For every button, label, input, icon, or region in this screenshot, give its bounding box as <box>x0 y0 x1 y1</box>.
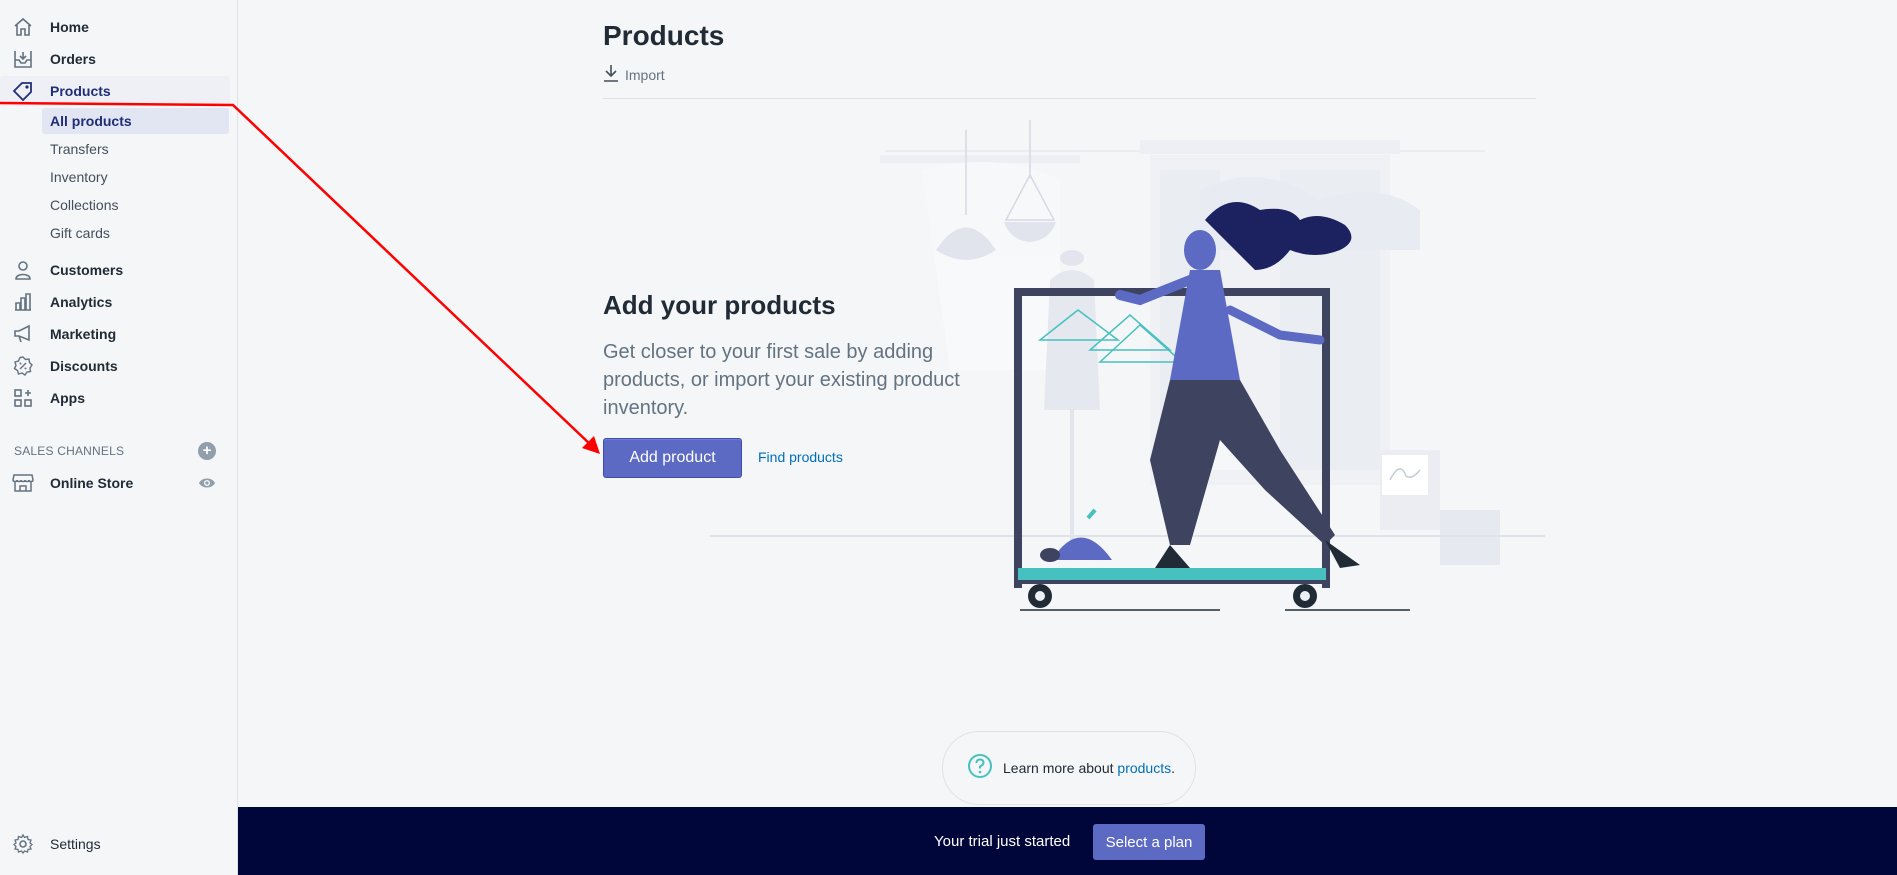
sidebar: Home Orders Products All products Transf… <box>0 0 238 875</box>
nav-settings[interactable]: Settings <box>0 829 230 859</box>
nav-settings-label: Settings <box>50 836 101 852</box>
help-prefix: Learn more about <box>1003 760 1118 776</box>
nav-online-store[interactable]: Online Store <box>0 468 230 498</box>
sub-collections[interactable]: Collections <box>42 192 229 218</box>
help-suffix: . <box>1171 760 1175 776</box>
eye-icon[interactable] <box>198 474 216 492</box>
import-icon <box>603 64 619 85</box>
help-products-link[interactable]: products <box>1117 760 1171 776</box>
store-icon <box>12 472 34 494</box>
nav-marketing[interactable]: Marketing <box>0 319 230 349</box>
page-title: Products <box>603 20 725 51</box>
import-label: Import <box>625 66 665 83</box>
nav-customers[interactable]: Customers <box>0 255 230 285</box>
nav-products-label: Products <box>50 83 111 99</box>
sub-inventory[interactable]: Inventory <box>42 164 229 190</box>
nav-products[interactable]: Products <box>0 76 230 106</box>
discount-icon <box>12 355 34 377</box>
nav-home[interactable]: Home <box>0 12 230 42</box>
nav-home-label: Home <box>50 19 89 35</box>
sales-channels-title: SALES CHANNELS <box>14 444 125 458</box>
nav-orders-label: Orders <box>50 51 96 67</box>
megaphone-icon <box>12 323 34 345</box>
import-button[interactable]: Import <box>603 64 665 85</box>
help-icon <box>967 753 993 784</box>
sub-all-products[interactable]: All products <box>42 108 229 134</box>
trial-text: Your trial just started <box>934 833 1071 850</box>
nav-orders[interactable]: Orders <box>0 44 230 74</box>
nav-apps[interactable]: Apps <box>0 383 230 413</box>
nav-discounts-label: Discounts <box>50 358 118 374</box>
tag-icon <box>12 80 34 102</box>
help-footer: Learn more about products. <box>942 731 1196 805</box>
apps-icon <box>12 387 34 409</box>
nav-online-store-label: Online Store <box>50 475 134 491</box>
help-text: Learn more about products. <box>1003 760 1175 776</box>
nav-apps-label: Apps <box>50 390 85 406</box>
nav-discounts[interactable]: Discounts <box>0 351 230 381</box>
gear-icon <box>12 833 34 855</box>
sub-transfers[interactable]: Transfers <box>42 136 229 162</box>
header-divider <box>603 98 1536 99</box>
sub-gift-cards[interactable]: Gift cards <box>42 220 229 246</box>
analytics-icon <box>12 291 34 313</box>
home-icon <box>12 16 34 38</box>
empty-state-illustration <box>710 120 1545 611</box>
select-plan-button[interactable]: Select a plan <box>1093 824 1205 860</box>
nav-customers-label: Customers <box>50 262 124 278</box>
customer-icon <box>12 259 34 281</box>
add-channel-icon[interactable]: + <box>198 442 216 460</box>
orders-icon <box>12 48 34 70</box>
nav-analytics-label: Analytics <box>50 294 113 310</box>
nav-analytics[interactable]: Analytics <box>0 287 230 317</box>
nav-marketing-label: Marketing <box>50 326 117 342</box>
